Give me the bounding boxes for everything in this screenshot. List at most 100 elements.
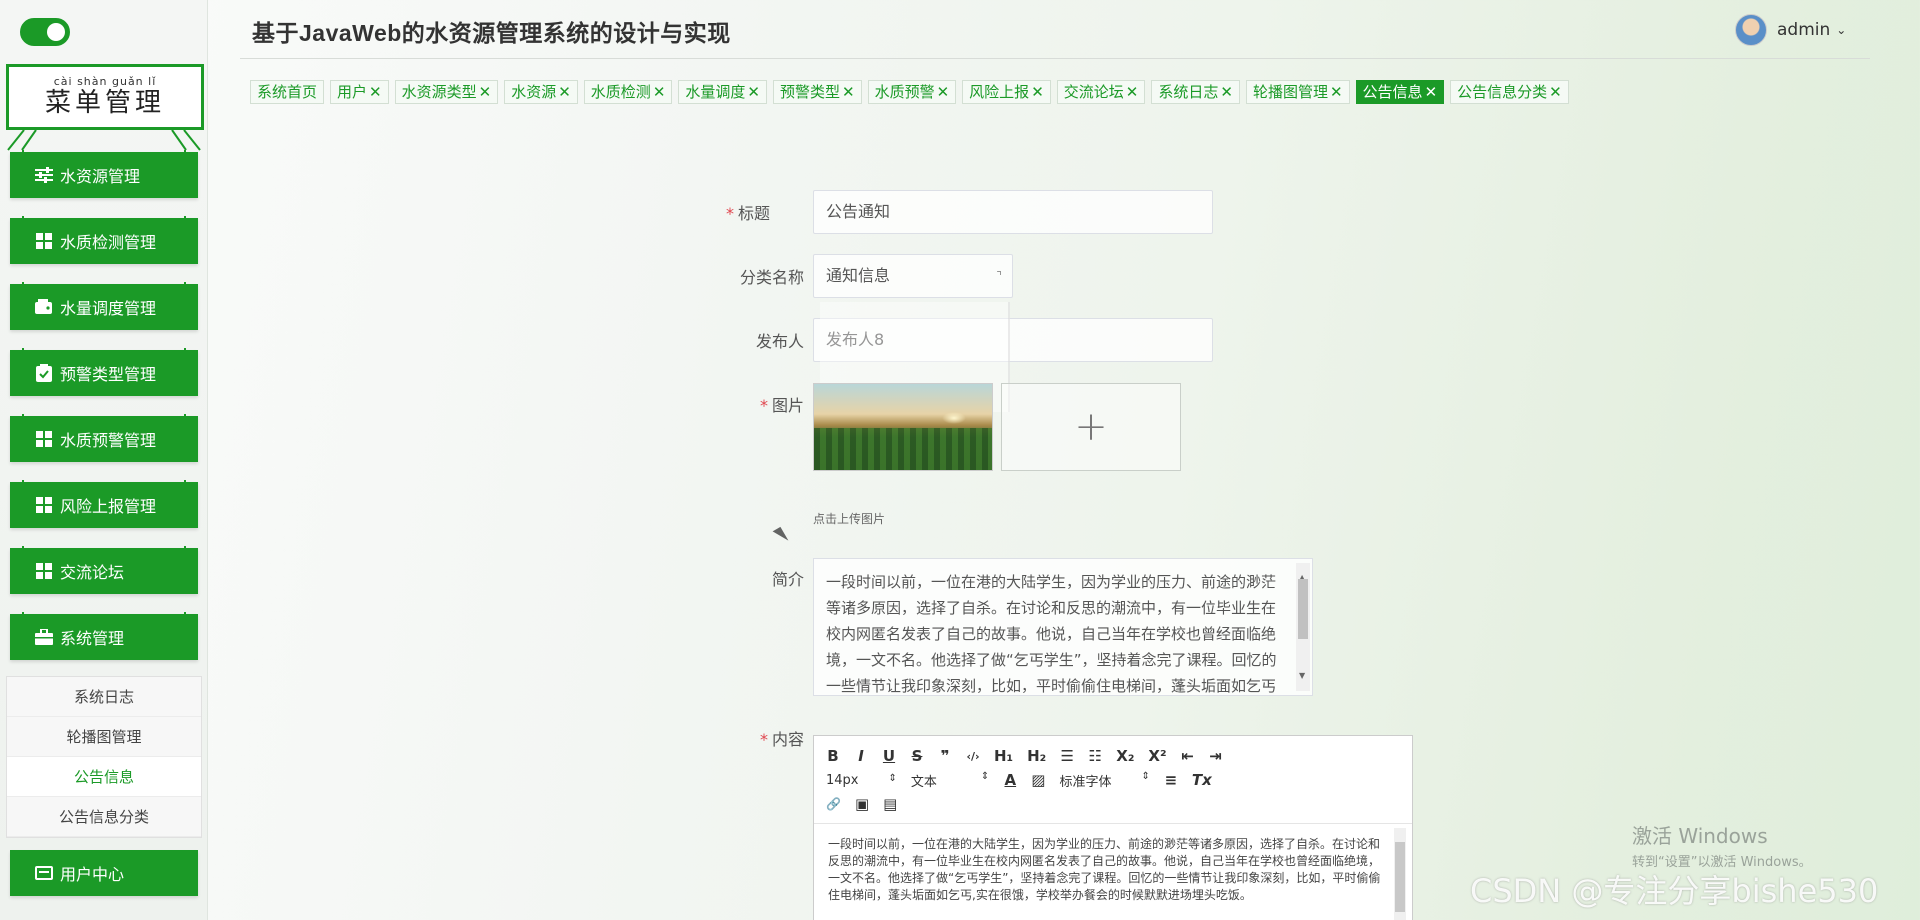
code-icon[interactable]: ‹/› — [966, 750, 980, 763]
close-icon[interactable]: ✕ — [1220, 83, 1233, 101]
heading1-icon[interactable]: H₁ — [994, 747, 1013, 765]
tab-label: 公告信息分类 — [1457, 83, 1548, 101]
italic-icon[interactable]: I — [854, 747, 868, 765]
close-icon[interactable]: ✕ — [479, 83, 492, 101]
strikethrough-icon[interactable]: S — [910, 747, 924, 765]
tab-9[interactable]: 交流论坛 ✕ — [1056, 80, 1146, 104]
font-size-select[interactable]: 14px ⇕ — [826, 773, 897, 788]
close-icon[interactable]: ✕ — [653, 83, 666, 101]
title-input[interactable]: 公告通知 — [813, 190, 1213, 234]
submenu-item-system-log[interactable]: 系统日志 — [7, 677, 201, 717]
close-icon[interactable]: ✕ — [937, 83, 950, 101]
submenu-item-notice[interactable]: 公告信息 — [7, 757, 201, 797]
video-icon[interactable]: ▤ — [883, 795, 897, 813]
font-color-icon[interactable]: A — [1003, 771, 1017, 789]
close-icon[interactable]: ✕ — [1330, 83, 1343, 101]
close-icon[interactable]: ✕ — [747, 83, 760, 101]
editor-content[interactable]: 一段时间以前，一位在港的大陆学生，因为学业的压力、前途的渺茫等诸多原因，选择了自… — [814, 824, 1412, 920]
sidebar-item-quality-warning[interactable]: 水质预警管理 — [10, 416, 198, 462]
user-menu[interactable]: admin ⌄ — [1735, 14, 1846, 46]
align-icon[interactable]: ≡ — [1164, 771, 1178, 789]
underline-icon[interactable]: U — [882, 747, 896, 765]
paragraph-select[interactable]: 文本 ⇕ — [911, 771, 989, 790]
indent-icon[interactable]: ⇥ — [1209, 747, 1223, 765]
windows-activation-watermark: 激活 Windows 转到“设置”以激活 Windows。 — [1632, 820, 1812, 870]
scroll-thumb[interactable] — [1298, 579, 1308, 639]
content-field-label: * 内容 — [759, 730, 804, 749]
grid-icon — [34, 561, 54, 581]
tab-label: 水质检测 — [590, 83, 651, 101]
close-icon[interactable]: ✕ — [1549, 83, 1562, 101]
sidebar-item-warning-type[interactable]: 预警类型管理 — [10, 350, 198, 396]
submenu-item-carousel[interactable]: 轮播图管理 — [7, 717, 201, 757]
editor-scroll-thumb[interactable] — [1395, 842, 1405, 912]
tab-12[interactable]: 公告信息 ✕ — [1355, 80, 1445, 104]
sidebar-item-water-quality[interactable]: 水质检测管理 — [10, 218, 198, 264]
menu-title-banner: cài shàn guǎn lǐ 菜单管理 — [6, 64, 204, 130]
category-select[interactable]: 通知信息 ⌝ — [813, 254, 1013, 298]
link-icon[interactable]: 🔗 — [826, 797, 841, 811]
tab-6[interactable]: 预警类型 ✕ — [772, 80, 862, 104]
tab-label: 风险上报 — [969, 83, 1030, 101]
toolbar-row-2: 14px ⇕ 文本 ⇕ A ▨ 标准字体 ⇕ ≡ Tx — [826, 768, 1400, 792]
sidebar-toggle[interactable] — [20, 18, 70, 46]
sidebar-item-system[interactable]: 系统管理 — [10, 614, 198, 660]
tab-3[interactable]: 水资源 ✕ — [504, 80, 578, 104]
close-icon[interactable]: ✕ — [558, 83, 571, 101]
tab-5[interactable]: 水量调度 ✕ — [678, 80, 767, 104]
tab-label: 预警类型 — [779, 83, 840, 101]
thumbnail-trees — [814, 428, 992, 470]
uploaded-image-thumbnail[interactable] — [813, 383, 993, 471]
sidebar-item-water-dispatch[interactable]: 水量调度管理 — [10, 284, 198, 330]
menu-title-connectors — [7, 129, 201, 151]
tab-13[interactable]: 公告信息分类 ✕ — [1450, 80, 1569, 104]
submenu-item-notice-category[interactable]: 公告信息分类 — [7, 797, 201, 837]
tab-8[interactable]: 风险上报 ✕ — [962, 80, 1051, 104]
sidebar-item-label: 系统管理 — [60, 629, 125, 648]
tab-1[interactable]: 用户 ✕ — [330, 80, 389, 104]
tab-7[interactable]: 水质预警 ✕ — [867, 80, 957, 104]
blockquote-icon[interactable]: ❞ — [938, 747, 952, 765]
toolbar-row-1: B I U S ❞ ‹/› H₁ H₂ ☰ ☷ X₂ X² ⇤ ⇥ — [826, 744, 1400, 768]
close-icon[interactable]: ✕ — [1126, 83, 1139, 101]
bold-icon[interactable]: B — [826, 747, 840, 765]
plus-icon: + — [1074, 404, 1108, 450]
close-icon[interactable]: ✕ — [842, 83, 855, 101]
superscript-icon[interactable]: X² — [1148, 747, 1166, 765]
tab-4[interactable]: 水质检测 ✕ — [583, 80, 673, 104]
intro-text: 一段时间以前，一位在港的大陆学生，因为学业的压力、前途的渺茫等诸多原因，选择了自… — [826, 573, 1277, 695]
close-icon[interactable]: ✕ — [1425, 83, 1438, 101]
sidebar-item-risk-report[interactable]: 风险上报管理 — [10, 482, 198, 528]
intro-scrollbar[interactable]: ▲ ▼ — [1296, 563, 1310, 691]
sidebar-item-forum[interactable]: 交流论坛 — [10, 548, 198, 594]
toolbar-row-3: 🔗 ▣ ▤ — [826, 792, 1400, 816]
tab-0[interactable]: 系统首页 — [250, 80, 325, 104]
header-divider — [240, 58, 1870, 59]
image-field-label: * 图片 — [759, 396, 804, 415]
heading2-icon[interactable]: H₂ — [1027, 747, 1046, 765]
bullet-list-icon[interactable]: ☷ — [1088, 747, 1102, 765]
close-icon[interactable]: ✕ — [369, 83, 382, 101]
tab-label: 用户 — [337, 83, 368, 101]
tab-11[interactable]: 轮播图管理 ✕ — [1245, 80, 1350, 104]
background-color-icon[interactable]: ▨ — [1031, 771, 1045, 789]
image-icon[interactable]: ▣ — [855, 795, 869, 813]
tab-10[interactable]: 系统日志 ✕ — [1151, 80, 1240, 104]
outdent-icon[interactable]: ⇤ — [1181, 747, 1195, 765]
subscript-icon[interactable]: X₂ — [1116, 747, 1134, 765]
close-icon[interactable]: ✕ — [1031, 83, 1044, 101]
clear-format-icon[interactable]: Tx — [1192, 771, 1212, 789]
intro-textarea[interactable]: 一段时间以前，一位在港的大陆学生，因为学业的压力、前途的渺茫等诸多原因，选择了自… — [813, 558, 1313, 696]
editor-toolbar: B I U S ❞ ‹/› H₁ H₂ ☰ ☷ X₂ X² ⇤ ⇥ 14px ⇕ … — [814, 736, 1412, 824]
wallet-icon — [34, 297, 54, 317]
ordered-list-icon[interactable]: ☰ — [1060, 747, 1074, 765]
sidebar-item-user-center[interactable]: 用户中心 — [10, 850, 198, 896]
scroll-down-icon[interactable]: ▼ — [1299, 663, 1305, 689]
tab-2[interactable]: 水资源类型 ✕ — [394, 80, 499, 104]
font-family-select[interactable]: 标准字体 ⇕ — [1059, 771, 1149, 790]
intro-field-label: 简介 — [771, 570, 804, 589]
title-field-label: * 标题 — [725, 204, 770, 223]
upload-button[interactable]: + — [1001, 383, 1181, 471]
sidebar-item-water-resource[interactable]: 水资源管理 — [10, 152, 198, 198]
editor-scrollbar[interactable] — [1394, 828, 1406, 920]
